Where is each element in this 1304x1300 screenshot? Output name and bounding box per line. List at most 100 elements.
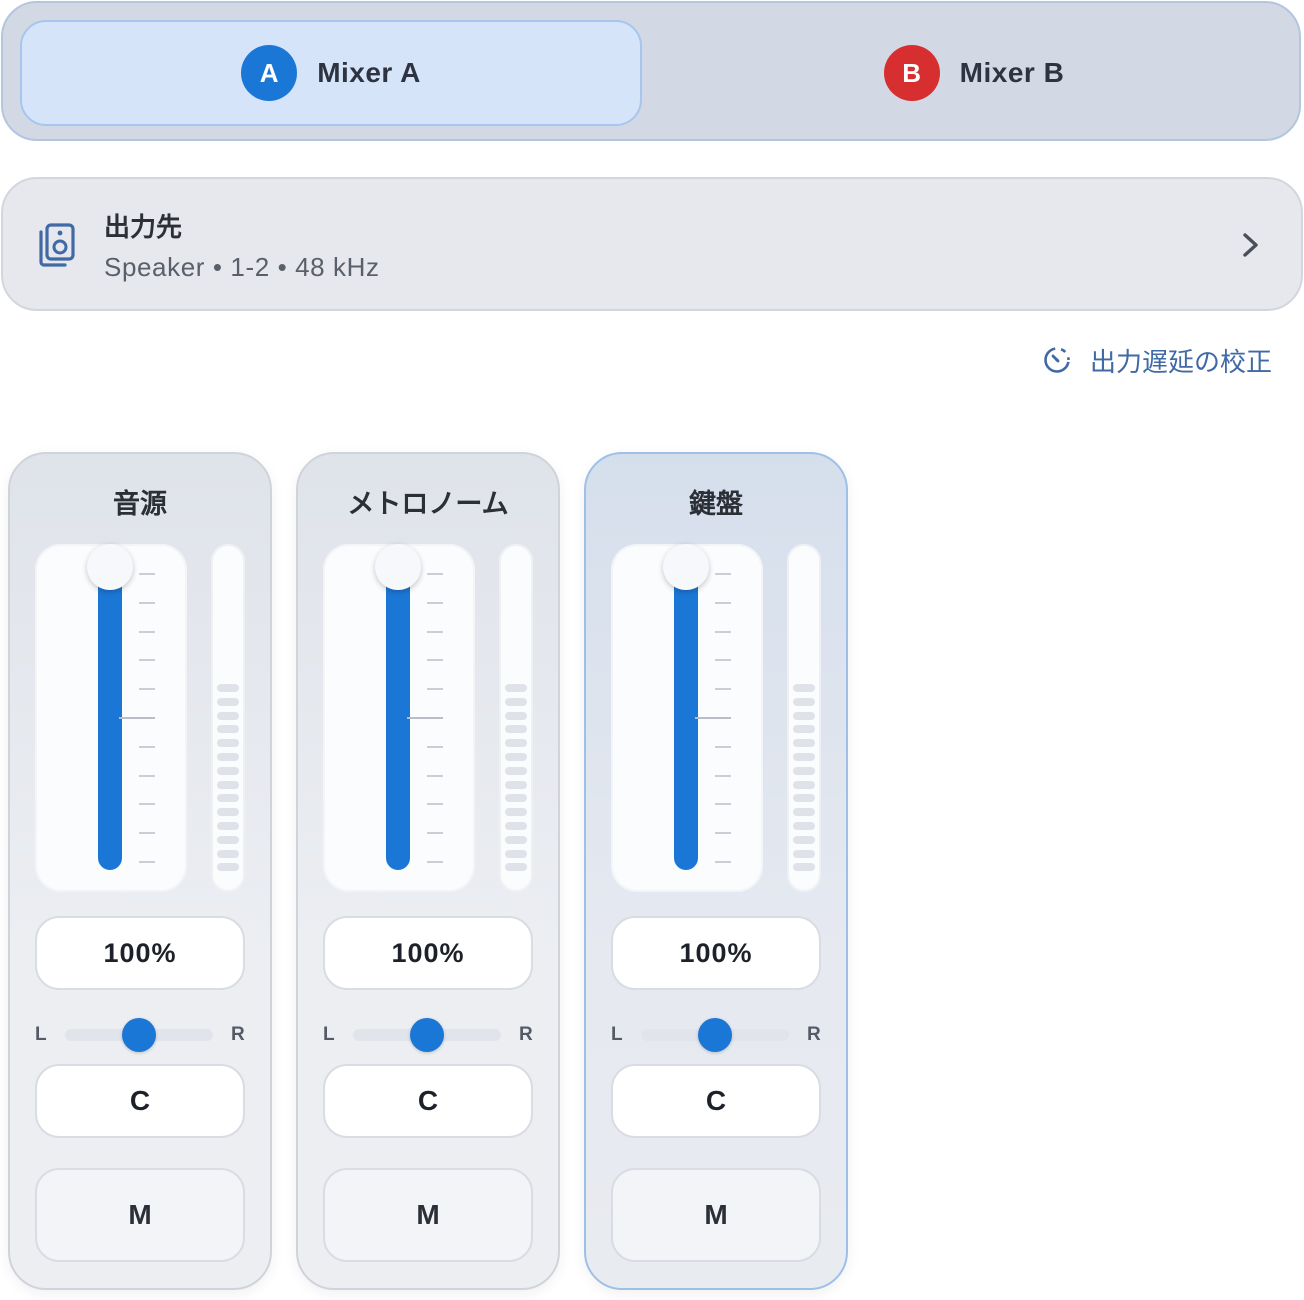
- meter-segment: [793, 684, 815, 692]
- pan-slider-knob[interactable]: [698, 1018, 732, 1052]
- fader-tick: [715, 630, 731, 633]
- fader-tick: [715, 745, 731, 748]
- meter-segment: [505, 808, 527, 817]
- meter-segment: [217, 863, 239, 872]
- output-destination-card[interactable]: 出力先 Speaker • 1-2 • 48 kHz: [1, 177, 1303, 311]
- fader-tick: [427, 659, 443, 662]
- meter-segment: [505, 835, 527, 844]
- fader-tick: [715, 803, 731, 806]
- meter-segment: [217, 780, 239, 789]
- fader-tick: [139, 601, 155, 604]
- channel-name: メトロノーム: [347, 489, 509, 519]
- pan-slider-knob[interactable]: [122, 1018, 156, 1052]
- chevron-right-icon: [1243, 233, 1258, 257]
- meter-segment: [505, 766, 527, 775]
- meter-segment: [505, 739, 527, 748]
- output-title: 出力先: [104, 212, 183, 242]
- meter-segment: [793, 835, 815, 844]
- mixer-tabs: A Mixer A B Mixer B: [1, 1, 1301, 141]
- fader-tick: [139, 803, 155, 806]
- meter-segment: [217, 711, 239, 720]
- fader-tick: [139, 573, 155, 575]
- level-meter: [787, 544, 821, 892]
- meter-segment: [217, 753, 239, 761]
- meter-segment: [217, 808, 239, 817]
- fader-tick: [139, 832, 155, 835]
- meter-segment: [505, 794, 527, 803]
- fader-knob[interactable]: [87, 544, 133, 590]
- tab-mixer-b[interactable]: B Mixer B: [663, 20, 1285, 126]
- center-pan-button[interactable]: C: [35, 1064, 245, 1138]
- fader-tick: [427, 832, 443, 835]
- tab-label: Mixer A: [317, 57, 421, 88]
- meter-segment: [793, 711, 815, 720]
- meter-segment: [505, 711, 527, 720]
- output-latency-calibration-link[interactable]: 出力遅延の校正: [1042, 340, 1272, 380]
- volume-value[interactable]: 100%: [323, 916, 533, 990]
- fader-tick: [139, 774, 155, 777]
- fader-tick: [139, 659, 155, 662]
- channel-strip-metronome[interactable]: メトロノーム 100% L R C M: [296, 452, 560, 1290]
- meter-segment: [217, 849, 239, 858]
- volume-value[interactable]: 100%: [611, 916, 821, 990]
- fader-unity-tick: [407, 717, 443, 719]
- meter-segment: [793, 808, 815, 817]
- fader-tick: [427, 573, 443, 575]
- meter-segment: [217, 684, 239, 692]
- fader-tick: [427, 803, 443, 806]
- pan-right-label: R: [807, 1024, 821, 1045]
- volume-fader[interactable]: [611, 544, 763, 892]
- volume-fader[interactable]: [323, 544, 475, 892]
- center-pan-button[interactable]: C: [323, 1064, 533, 1138]
- fader-tick: [139, 861, 155, 863]
- meter-segment: [793, 822, 815, 830]
- fader-tick: [715, 861, 731, 863]
- meter-segment: [793, 863, 815, 872]
- channel-strip-source[interactable]: 音源 100% L R C M: [8, 452, 272, 1290]
- meter-segment: [217, 766, 239, 775]
- volume-value[interactable]: 100%: [35, 916, 245, 990]
- meter-segment: [793, 739, 815, 748]
- mute-button[interactable]: M: [323, 1168, 533, 1262]
- meter-segment: [505, 725, 527, 734]
- meter-segment: [793, 697, 815, 706]
- meter-segment: [505, 863, 527, 872]
- fader-tick: [715, 774, 731, 777]
- meter-segment: [505, 822, 527, 830]
- meter-segment: [793, 753, 815, 761]
- meter-segment: [505, 780, 527, 789]
- fader-tick: [427, 601, 443, 604]
- level-meter: [211, 544, 245, 892]
- output-subtitle: Speaker • 1-2 • 48 kHz: [104, 252, 380, 282]
- fader-tick: [427, 688, 443, 691]
- meter-segment: [217, 739, 239, 748]
- meter-segment: [505, 753, 527, 761]
- meter-segment: [793, 849, 815, 858]
- meter-segment: [217, 822, 239, 830]
- mute-button[interactable]: M: [35, 1168, 245, 1262]
- volume-fader[interactable]: [35, 544, 187, 892]
- channel-name: 鍵盤: [689, 489, 743, 519]
- fader-tick: [715, 573, 731, 575]
- channel-strip-keyboard[interactable]: 鍵盤 100% L R C M: [584, 452, 848, 1290]
- meter-segment: [793, 780, 815, 789]
- level-meter: [499, 544, 533, 892]
- meter-segment: [505, 697, 527, 706]
- fader-knob[interactable]: [375, 544, 421, 590]
- calibration-label: 出力遅延の校正: [1089, 346, 1272, 377]
- pan-slider-knob[interactable]: [410, 1018, 444, 1052]
- meter-segment: [217, 794, 239, 803]
- meter-segment: [217, 725, 239, 734]
- center-pan-button[interactable]: C: [611, 1064, 821, 1138]
- pan-right-label: R: [519, 1024, 533, 1045]
- mute-button[interactable]: M: [611, 1168, 821, 1262]
- meter-segment: [793, 725, 815, 734]
- meter-segment: [505, 849, 527, 858]
- timer-icon: [1044, 347, 1070, 373]
- tab-label: Mixer B: [959, 57, 1065, 88]
- fader-tick: [427, 861, 443, 863]
- tab-mixer-a[interactable]: A Mixer A: [20, 20, 642, 126]
- fader-knob[interactable]: [663, 544, 709, 590]
- meter-segment: [793, 766, 815, 775]
- mixer-a-badge: A: [241, 45, 298, 101]
